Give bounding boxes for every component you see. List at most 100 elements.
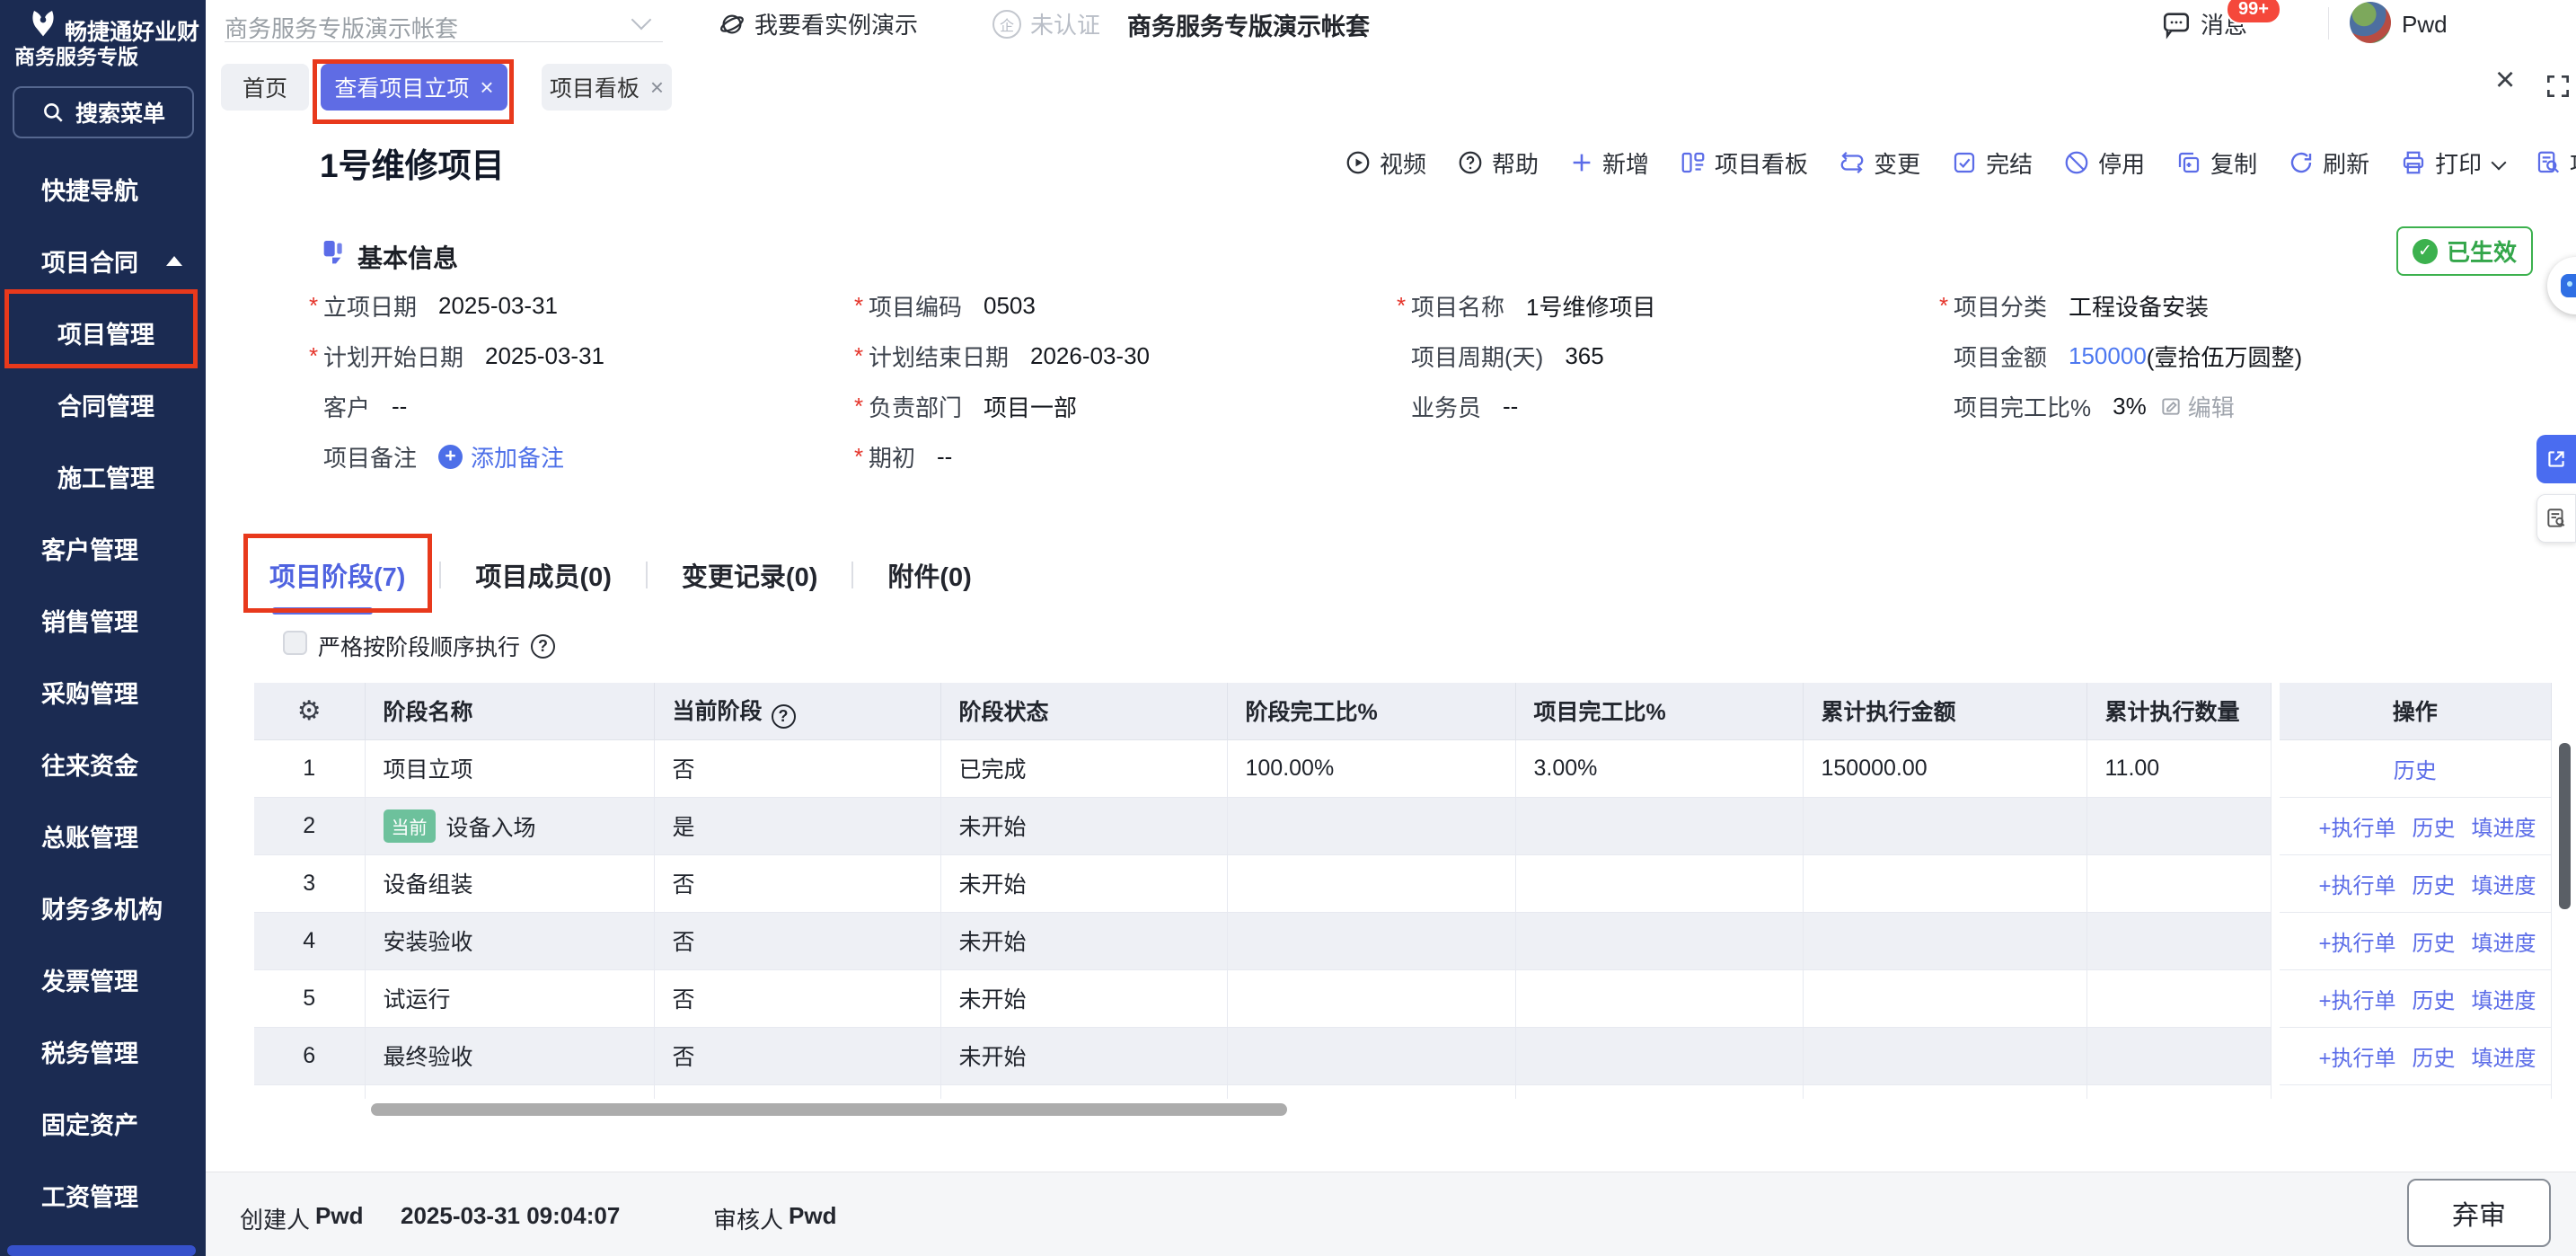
project-history-button[interactable]: 项目历史	[2535, 146, 2576, 180]
video-icon	[1345, 149, 1372, 176]
history-link[interactable]: 历史	[2413, 983, 2456, 1014]
sidebar-item-payroll-mgmt[interactable]: 工资管理	[0, 1159, 206, 1231]
add-exec-order-link[interactable]: +执行单	[2318, 983, 2395, 1014]
disable-button[interactable]: 停用	[2063, 146, 2145, 180]
sidebar-item-quick-nav[interactable]: 快捷导航	[0, 153, 206, 225]
check-icon: ✓	[2413, 239, 2438, 264]
amount-words: (壹拾伍万圆整)	[2147, 340, 2302, 373]
video-button[interactable]: 视频	[1345, 146, 1426, 180]
fill-progress-link[interactable]: 填进度	[2472, 810, 2536, 842]
sidebar-item-funds[interactable]: 往来资金	[0, 728, 206, 800]
stop-icon	[2063, 149, 2090, 176]
table-row[interactable]: 5 试运行 否 未开始 +执行单历史填进度	[254, 969, 2551, 1027]
edit-completion-button[interactable]: 编辑	[2159, 390, 2235, 423]
expand-panel-icon[interactable]	[2536, 435, 2576, 483]
finish-button[interactable]: 完结	[1951, 146, 2033, 180]
sidebar-item-customer-mgmt[interactable]: 客户管理	[0, 512, 206, 584]
current-stage-cell: 否	[654, 1027, 940, 1084]
add-exec-order-link[interactable]: +执行单	[2318, 868, 2395, 899]
horizontal-scrollbar[interactable]	[371, 1103, 1287, 1116]
tab-attachments[interactable]: 附件(0)	[887, 556, 971, 594]
col-project-pct: 项目完工比%	[1515, 683, 1803, 739]
history-link[interactable]: 历史	[2413, 868, 2456, 899]
table-row[interactable]: 2 当前设备入场 是 未开始 +执行单历史填进度	[254, 797, 2551, 854]
history-link[interactable]: 历史	[2413, 810, 2456, 842]
history-link[interactable]: 历史	[2413, 925, 2456, 957]
feedback-icon[interactable]	[2536, 494, 2576, 543]
tab-home[interactable]: 首页	[221, 64, 309, 111]
sidebar-partial-item[interactable]	[7, 1245, 196, 1256]
basic-info-grid: *立项日期2025-03-31 *项目编码0503 *项目名称1号维修项目 *项…	[309, 280, 2514, 482]
help-circle-icon[interactable]: ?	[531, 634, 555, 659]
close-icon[interactable]: ×	[2495, 63, 2515, 97]
add-exec-order-link[interactable]: +执行单	[2318, 810, 2395, 842]
sidebar-item-tax-mgmt[interactable]: 税务管理	[0, 1015, 206, 1087]
tab-close-icon[interactable]: ×	[650, 74, 664, 102]
demo-link[interactable]: 我要看实例演示	[719, 7, 918, 40]
sidebar-item-construction-mgmt[interactable]: 施工管理	[0, 440, 206, 512]
tab-view-project[interactable]: 查看项目立项 ×	[321, 64, 507, 111]
tab-close-icon[interactable]: ×	[480, 74, 493, 102]
fill-progress-link[interactable]: 填进度	[2472, 925, 2536, 957]
refresh-button[interactable]: 刷新	[2288, 146, 2369, 180]
sidebar-item-general-ledger[interactable]: 总账管理	[0, 800, 206, 871]
sidebar-item-label: 往来资金	[41, 747, 138, 782]
history-link[interactable]: 历史	[2413, 1040, 2456, 1072]
sidebar-item-label: 税务管理	[41, 1034, 138, 1069]
cert-status[interactable]: 企 未认证	[992, 7, 1100, 40]
fullscreen-icon[interactable]	[2544, 72, 2572, 105]
sidebar-item-invoice-mgmt[interactable]: 发票管理	[0, 943, 206, 1015]
user-avatar[interactable]	[2350, 2, 2391, 43]
sidebar-item-purchase-mgmt[interactable]: 采购管理	[0, 656, 206, 728]
sidebar-item-fixed-assets[interactable]: 固定资产	[0, 1087, 206, 1159]
toolbar: 视频 帮助 新增 项目看板 变更 完结 停用 复制	[1345, 142, 2576, 183]
search-menu[interactable]: 搜索菜单	[13, 86, 194, 138]
print-dropdown-icon[interactable]	[2492, 155, 2507, 171]
fill-progress-link[interactable]: 填进度	[2472, 1040, 2536, 1072]
add-exec-order-link[interactable]: +执行单	[2318, 925, 2395, 957]
tab-change-records[interactable]: 变更记录(0)	[682, 556, 817, 594]
history-link[interactable]: 历史	[2394, 753, 2437, 784]
change-button[interactable]: 变更	[1839, 146, 1920, 180]
reject-audit-button[interactable]: 弃审	[2407, 1179, 2551, 1247]
field-value: 3%	[2113, 393, 2147, 420]
copy-button[interactable]: 复制	[2175, 146, 2257, 180]
sidebar-item-sales-mgmt[interactable]: 销售管理	[0, 584, 206, 656]
col-stage-pct: 阶段完工比%	[1227, 683, 1515, 739]
gear-icon[interactable]: ⚙	[297, 696, 322, 726]
field-value: 365	[1565, 342, 1603, 370]
field-value: 0503	[984, 292, 1036, 320]
tab-project-board[interactable]: 项目看板 ×	[542, 64, 672, 111]
tab-project-stages[interactable]: 项目阶段(7)	[269, 556, 405, 594]
fixed-column-gap	[2271, 912, 2280, 969]
strict-order-checkbox[interactable]	[283, 631, 307, 655]
account-selector[interactable]: 商务服务专版演示帐套	[225, 11, 458, 44]
project-board-button[interactable]: 项目看板	[1680, 146, 1808, 180]
add-exec-order-link[interactable]: +执行单	[2318, 1040, 2395, 1072]
table-row[interactable]: 4 安装验收 否 未开始 +执行单历史填进度	[254, 912, 2551, 969]
project-pct-cell	[1515, 1027, 1803, 1084]
user-name[interactable]: Pwd	[2402, 11, 2448, 39]
exec-amount-cell	[1803, 969, 2086, 1027]
chevron-down-icon[interactable]	[631, 10, 652, 31]
tab-project-members[interactable]: 项目成员(0)	[475, 556, 611, 594]
sidebar-item-contract-mgmt[interactable]: 合同管理	[0, 368, 206, 440]
vertical-scrollbar[interactable]	[2559, 743, 2571, 909]
assistant-robot-icon[interactable]	[2547, 257, 2576, 314]
column-settings-button[interactable]: ⚙	[254, 683, 365, 739]
add-button[interactable]: 新增	[1569, 146, 1649, 180]
sidebar-item-multi-org-finance[interactable]: 财务多机构	[0, 871, 206, 943]
add-note-button[interactable]: + 添加备注	[438, 440, 564, 473]
fill-progress-link[interactable]: 填进度	[2472, 868, 2536, 899]
help-button[interactable]: 帮助	[1457, 146, 1539, 180]
table-row[interactable]: 6 最终验收 否 未开始 +执行单历史填进度	[254, 1027, 2551, 1084]
sidebar-item-project-mgmt[interactable]: 项目管理	[0, 296, 206, 368]
amount-link[interactable]: 150000	[2069, 342, 2147, 370]
print-button[interactable]: 打印	[2400, 146, 2504, 180]
help-circle-icon[interactable]: ?	[772, 704, 796, 729]
field-customer: 客户--	[309, 390, 854, 423]
table-row[interactable]: 1 项目立项 否 已完成 100.00% 3.00% 150000.00 11.…	[254, 739, 2551, 797]
sidebar-item-project-contract[interactable]: 项目合同	[0, 225, 206, 296]
fill-progress-link[interactable]: 填进度	[2472, 983, 2536, 1014]
table-row[interactable]: 3 设备组装 否 未开始 +执行单历史填进度	[254, 854, 2551, 912]
